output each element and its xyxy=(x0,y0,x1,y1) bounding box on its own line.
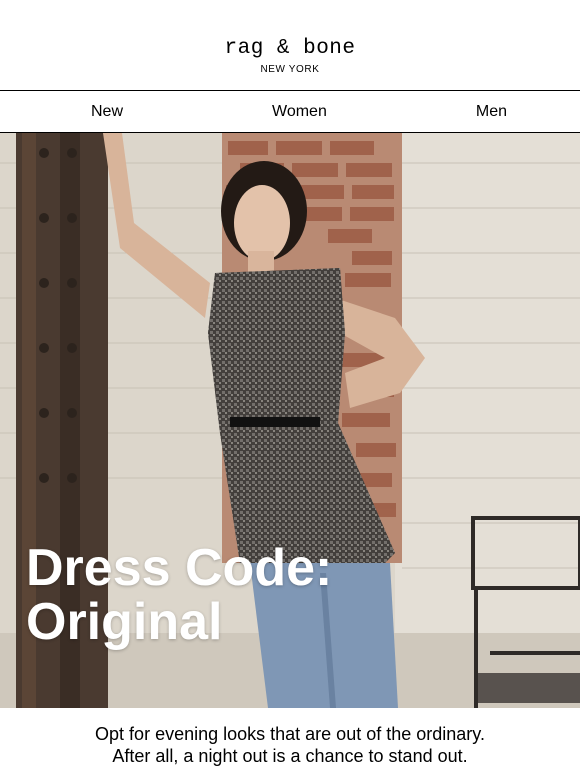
brand-logo[interactable]: rag & bone xyxy=(224,37,355,61)
intro-copy-line2: After all, a night out is a chance to st… xyxy=(112,746,468,766)
hero-headline-line1: Dress Code: xyxy=(26,539,333,597)
nav-item-new[interactable]: New xyxy=(91,103,123,121)
hero-headline-line2: Original xyxy=(26,593,223,651)
nav-item-women[interactable]: Women xyxy=(272,103,327,121)
brand-location: NEW YORK xyxy=(260,64,320,75)
hero-headline: Dress Code: Original xyxy=(26,541,332,649)
hero-banner[interactable]: Dress Code: Original xyxy=(0,133,580,708)
intro-copy-line1: Opt for evening looks that are out of th… xyxy=(95,724,485,744)
nav-item-men[interactable]: Men xyxy=(476,103,507,121)
intro-copy: Opt for evening looks that are out of th… xyxy=(0,708,580,767)
email-header: rag & bone NEW YORK xyxy=(0,0,580,91)
main-nav: New Women Men xyxy=(0,91,580,133)
